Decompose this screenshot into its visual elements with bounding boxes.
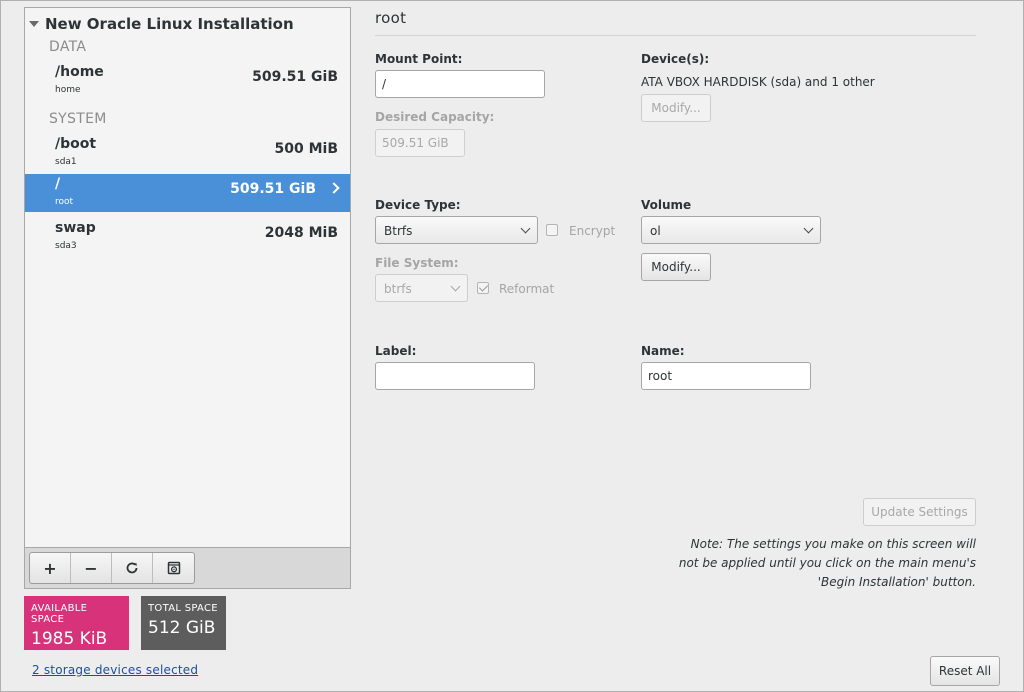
mount-name: / xyxy=(55,176,60,192)
volume-value: ol xyxy=(650,224,661,238)
mount-name: /home xyxy=(55,64,104,80)
mount-name: /boot xyxy=(55,136,96,152)
mount-name: swap xyxy=(55,220,96,236)
name-field-label: Name: xyxy=(641,344,685,358)
toolbar-button-group: + − xyxy=(29,552,195,584)
chevron-down-icon xyxy=(451,282,461,292)
mount-toolbar: + − xyxy=(24,548,351,589)
available-space-value: 1985 KiB xyxy=(31,629,122,649)
label-field-label: Label: xyxy=(375,344,416,358)
storage-devices-link[interactable]: 2 storage devices selected xyxy=(32,663,198,677)
volume-modify-button[interactable]: Modify... xyxy=(641,253,711,281)
configure-disk-button[interactable] xyxy=(153,553,194,583)
chevron-down-icon xyxy=(804,224,814,234)
file-system-value: btrfs xyxy=(384,282,412,296)
reformat-checkbox[interactable] xyxy=(477,282,489,294)
plus-icon: + xyxy=(43,559,56,578)
volume-combo[interactable]: ol xyxy=(641,216,821,244)
encrypt-checkbox[interactable] xyxy=(546,224,558,236)
expander-down-icon[interactable] xyxy=(29,21,39,27)
label-input[interactable] xyxy=(375,362,535,390)
refresh-icon xyxy=(125,561,139,575)
reset-all-button[interactable]: Reset All xyxy=(930,656,1000,686)
mount-row-root[interactable]: / root 509.51 GiB xyxy=(25,174,350,212)
note-line: not be applied until you click on the ma… xyxy=(640,554,976,573)
available-space-box: AVAILABLE SPACE 1985 KiB xyxy=(24,596,129,650)
remove-mount-button[interactable]: − xyxy=(71,553,112,583)
volume-label: Volume xyxy=(641,198,691,212)
mount-size: 500 MiB xyxy=(275,141,339,157)
mount-device: home xyxy=(55,85,81,95)
device-type-combo[interactable]: Btrfs xyxy=(375,216,538,244)
available-space-label: AVAILABLE SPACE xyxy=(31,603,122,625)
mount-size: 2048 MiB xyxy=(265,225,338,241)
mount-point-label: Mount Point: xyxy=(375,52,462,66)
group-label-data: DATA xyxy=(49,39,86,55)
mount-device: sda3 xyxy=(55,241,77,251)
desired-capacity-input[interactable]: 509.51 GiB xyxy=(375,129,465,157)
mount-row-swap[interactable]: swap sda3 2048 MiB xyxy=(25,218,350,256)
encrypt-label: Encrypt xyxy=(569,224,615,238)
group-label-system: SYSTEM xyxy=(49,111,107,127)
chevron-right-icon xyxy=(328,182,339,193)
file-system-combo[interactable]: btrfs xyxy=(375,274,468,302)
device-type-value: Btrfs xyxy=(384,224,412,238)
mount-point-list: New Oracle Linux Installation DATA /home… xyxy=(24,7,351,548)
installation-header[interactable]: New Oracle Linux Installation xyxy=(29,14,294,34)
minus-icon: − xyxy=(84,559,97,578)
total-space-box: TOTAL SPACE 512 GiB xyxy=(141,596,226,650)
chevron-down-icon xyxy=(521,224,531,234)
settings-note: Note: The settings you make on this scre… xyxy=(640,535,976,592)
mount-device: root xyxy=(55,197,73,207)
note-line: Note: The settings you make on this scre… xyxy=(640,535,976,554)
update-settings-button[interactable]: Update Settings xyxy=(863,498,976,526)
mount-device: sda1 xyxy=(55,157,77,167)
mount-point-input[interactable]: / xyxy=(375,70,545,98)
total-space-value: 512 GiB xyxy=(148,618,219,638)
total-space-label: TOTAL SPACE xyxy=(148,603,219,614)
mount-row-boot[interactable]: /boot sda1 500 MiB xyxy=(25,134,350,172)
detail-title: root xyxy=(375,9,406,27)
mount-size: 509.51 GiB xyxy=(230,181,316,197)
desired-capacity-label: Desired Capacity: xyxy=(375,110,494,124)
device-type-label: Device Type: xyxy=(375,198,461,212)
reformat-label: Reformat xyxy=(499,282,554,296)
name-input[interactable]: root xyxy=(641,362,811,390)
file-system-label: File System: xyxy=(375,256,459,270)
note-line: 'Begin Installation' button. xyxy=(640,573,976,592)
mount-row-home[interactable]: /home home 509.51 GiB xyxy=(25,62,350,100)
devices-modify-button[interactable]: Modify... xyxy=(641,94,711,122)
devices-value: ATA VBOX HARDDISK (sda) and 1 other xyxy=(641,75,875,89)
title-divider xyxy=(375,35,976,36)
disk-config-icon xyxy=(167,561,181,575)
mount-size: 509.51 GiB xyxy=(252,69,338,85)
installation-title: New Oracle Linux Installation xyxy=(45,15,294,33)
devices-label: Device(s): xyxy=(641,52,709,66)
refresh-button[interactable] xyxy=(112,553,153,583)
add-mount-button[interactable]: + xyxy=(30,553,71,583)
